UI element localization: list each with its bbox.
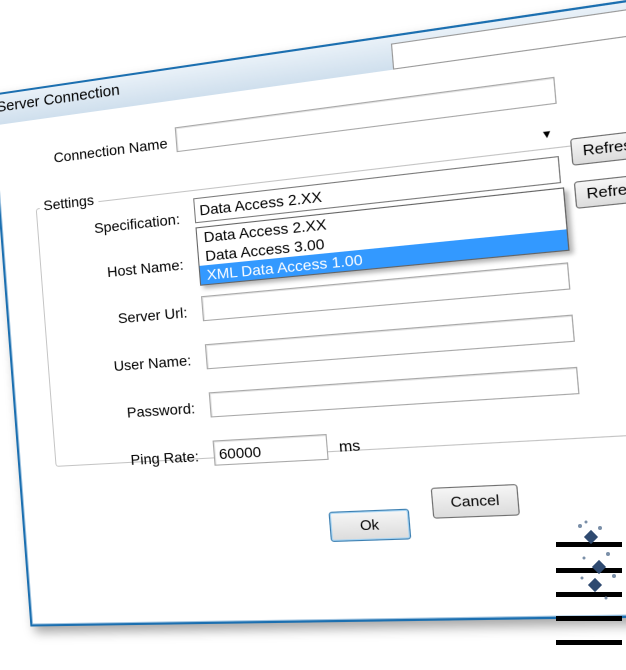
title-field[interactable] (390, 9, 626, 70)
ping-rate-unit: ms (338, 436, 361, 455)
connection-name-label: Connection Name (52, 134, 169, 166)
cancel-button[interactable]: Cancel (430, 483, 521, 519)
ping-rate-input[interactable]: 60000 (212, 433, 329, 466)
ok-button[interactable]: Ok (328, 508, 412, 543)
decorative-graphic (556, 520, 622, 645)
window-title: Server Connection (0, 81, 121, 117)
server-connection-dialog: Server Connection Connection Name Settin… (0, 0, 626, 627)
